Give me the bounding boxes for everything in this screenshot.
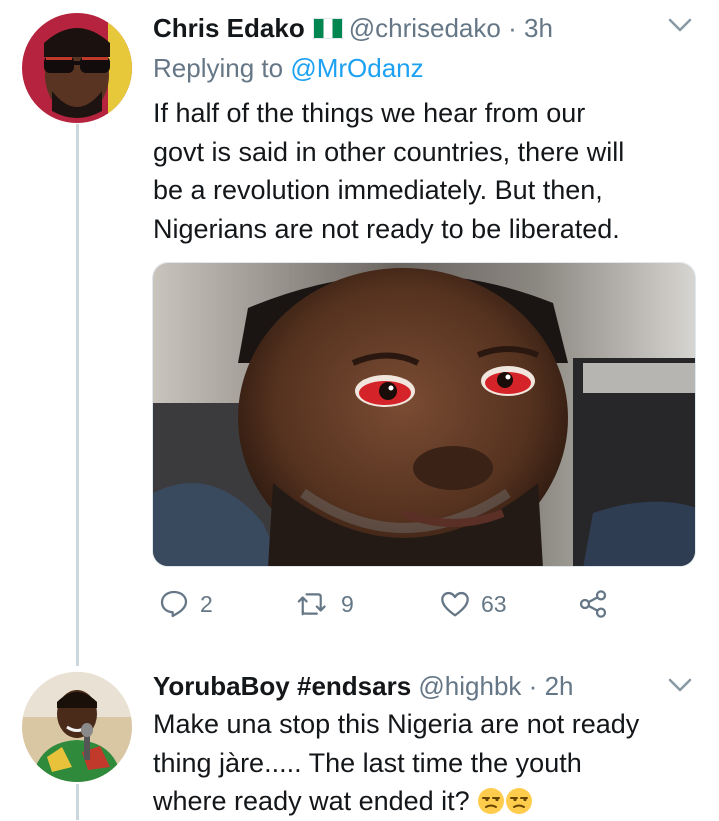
avatar[interactable] xyxy=(22,13,132,123)
mention-link[interactable]: @MrOdanz xyxy=(290,53,423,83)
reply-count: 2 xyxy=(200,590,213,617)
tweet-header: Chris Edako @chrisedako · 3h xyxy=(153,12,553,44)
reply-icon xyxy=(160,590,188,618)
tweet-text-line: be a revolution immediately. But then, xyxy=(153,175,603,205)
separator: · xyxy=(528,671,538,701)
thread-line xyxy=(76,784,79,820)
user-handle[interactable]: @highbk xyxy=(418,671,521,701)
avatar[interactable] xyxy=(22,672,132,782)
timestamp[interactable]: 2h xyxy=(545,671,574,701)
reply-button[interactable]: 2 xyxy=(158,588,213,620)
tweet-text: If half of the things we hear from our g… xyxy=(153,94,624,248)
chevron-down-icon[interactable] xyxy=(666,14,694,36)
replying-prefix: Replying to xyxy=(153,53,284,83)
tweet-text: Make una stop this Nigeria are not ready… xyxy=(153,705,639,821)
share-button[interactable] xyxy=(577,588,609,620)
display-name[interactable]: YorubaBoy #endsars xyxy=(153,671,411,701)
tweet-actions: 2 9 63 xyxy=(152,588,622,628)
separator: · xyxy=(508,13,517,43)
tweet-header: YorubaBoy #endsars @highbk · 2h xyxy=(153,670,573,702)
share-icon xyxy=(579,590,607,618)
tweet-text-line: Nigerians are not ready to be liberated. xyxy=(153,213,620,244)
thread-line xyxy=(76,124,79,666)
display-name[interactable]: Chris Edako xyxy=(153,13,305,43)
like-icon xyxy=(441,591,469,617)
tweet-text-line: If half of the things we hear from our xyxy=(153,98,586,128)
timestamp[interactable]: 3h xyxy=(524,13,553,43)
tweet-text-line-with-emoji: where ready wat ended it? xyxy=(153,782,639,821)
user-handle[interactable]: @chrisedako xyxy=(349,13,501,43)
tweet-text-line: Make una stop this Nigeria are not ready xyxy=(153,709,640,739)
unamused-face-emoji-icon xyxy=(506,788,533,814)
retweet-button[interactable]: 9 xyxy=(295,588,354,620)
retweet-count: 9 xyxy=(341,590,354,617)
replying-to: Replying to @MrOdanz xyxy=(153,53,424,84)
tweet-text-line: thing jàre..... The last time the youth xyxy=(153,747,582,778)
nigeria-flag-icon xyxy=(312,18,343,39)
tweet-photo[interactable] xyxy=(152,262,696,567)
retweet-icon xyxy=(297,593,326,616)
chevron-down-icon[interactable] xyxy=(666,674,694,696)
unamused-face-emoji-icon xyxy=(478,788,505,814)
tweet-text-line: govt is said in other countries, there w… xyxy=(153,136,625,167)
like-count: 63 xyxy=(481,590,507,617)
tweet-text-line: where ready wat ended it? xyxy=(153,786,470,816)
like-button[interactable]: 63 xyxy=(439,588,507,620)
